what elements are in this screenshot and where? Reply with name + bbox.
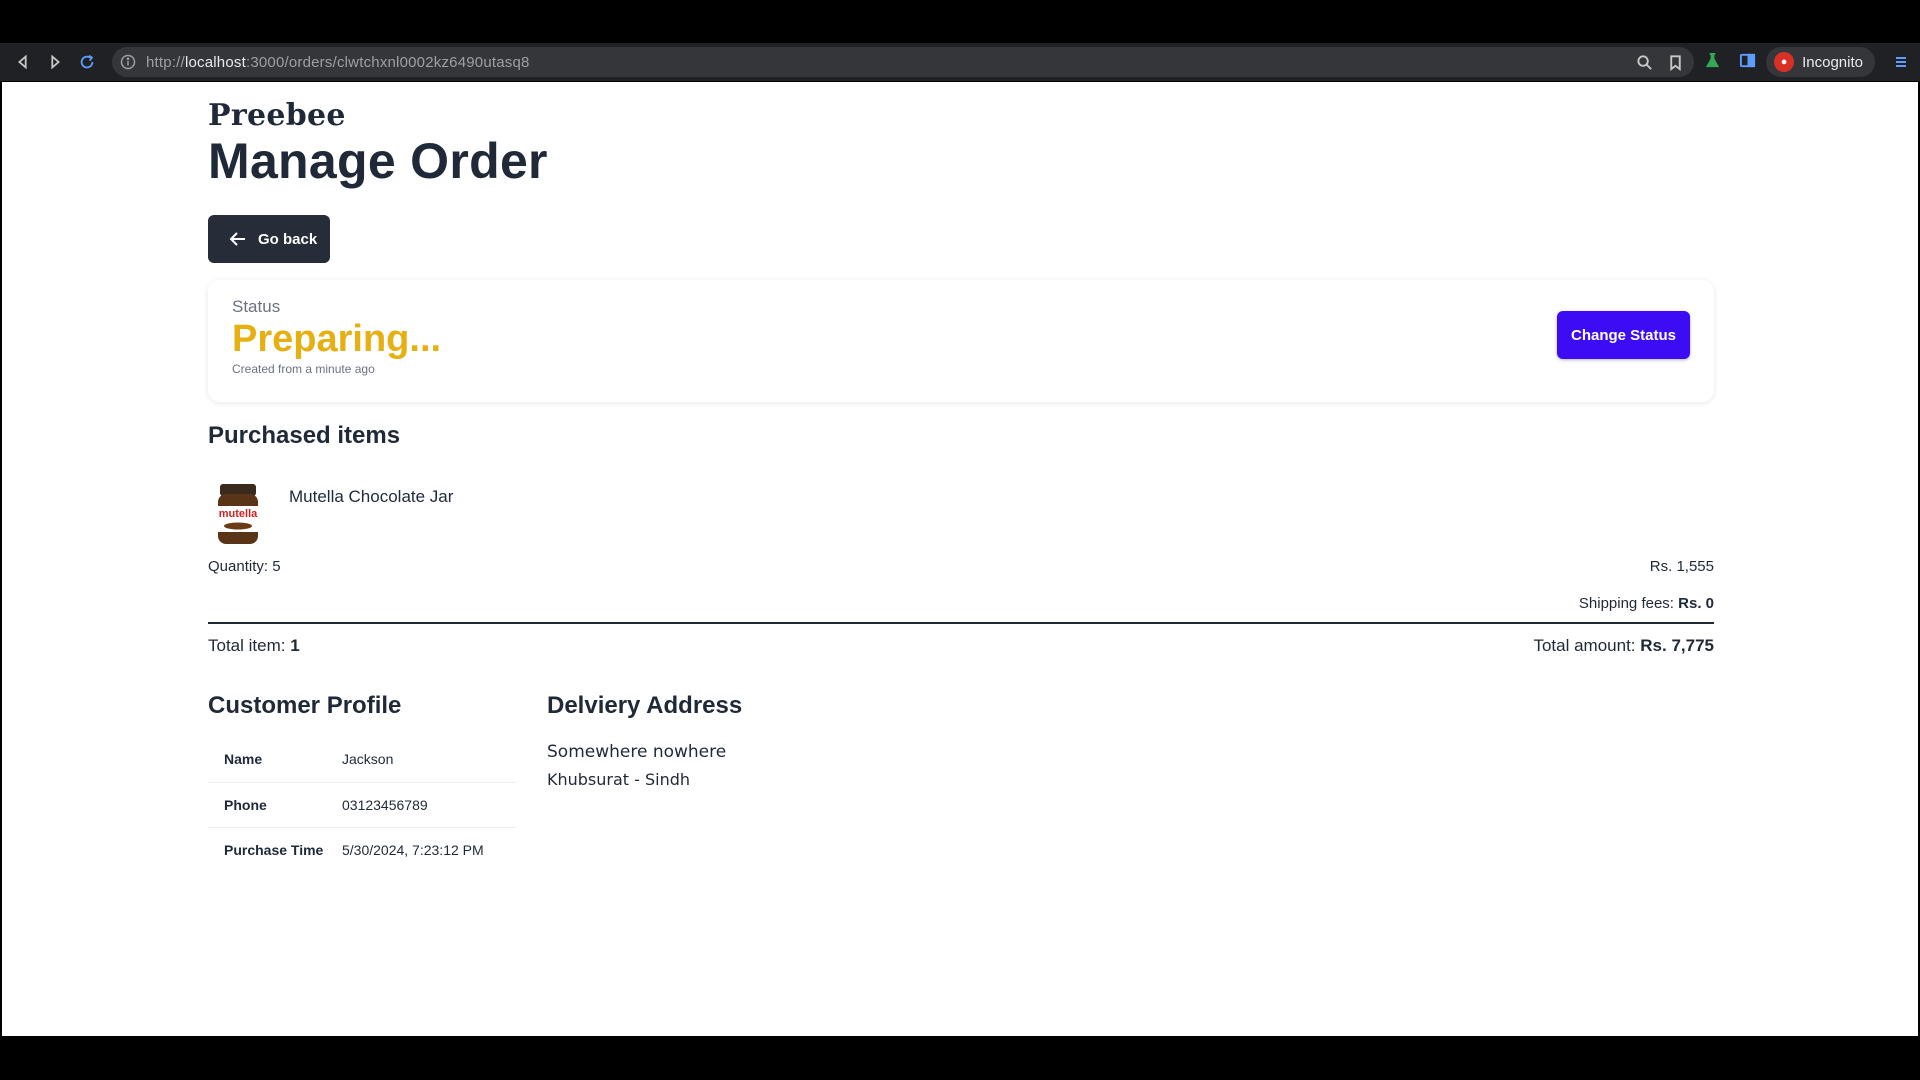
quantity-label: Quantity: <box>208 558 269 575</box>
address-line-2: Khubsurat - Sindh <box>547 770 691 789</box>
customer-profile-table: Name Jackson Phone 03123456789 Purchase … <box>208 737 516 872</box>
page-viewport: Preebee Manage Order Go back Status Prep… <box>2 82 1918 1036</box>
browser-toolbar: http://localhost:3000/orders/clwtchxnl00… <box>0 43 1920 81</box>
incognito-badge[interactable]: ● Incognito <box>1766 47 1875 77</box>
url-text[interactable]: http://localhost:3000/orders/clwtchxnl00… <box>146 54 530 71</box>
page-title: Manage Order <box>208 133 548 189</box>
divider <box>208 622 1714 624</box>
go-back-label: Go back <box>258 230 318 248</box>
flask-icon[interactable] <box>1704 52 1721 69</box>
purchase-time-key: Purchase Time <box>224 841 324 858</box>
status-created-time: Created from a minute ago <box>232 362 375 376</box>
total-item-label: Total item: <box>208 636 286 655</box>
status-label: Status <box>232 297 281 316</box>
delivery-address-heading: Delviery Address <box>547 692 743 719</box>
info-icon[interactable] <box>120 54 136 70</box>
purchased-items-heading: Purchased items <box>208 422 401 449</box>
arrow-right-icon <box>51 54 60 70</box>
item-price: Rs. 1,555 <box>1649 558 1714 575</box>
url-host: localhost <box>184 53 246 71</box>
name-value: Jackson <box>342 737 516 783</box>
phone-key: Phone <box>208 782 342 828</box>
quantity-value: 5 <box>272 558 281 575</box>
arrow-left-icon <box>18 54 27 70</box>
product-image: mutella <box>218 484 258 544</box>
total-item-value: 1 <box>290 636 300 655</box>
menu-icon[interactable] <box>1894 55 1908 69</box>
side-panel-icon[interactable] <box>1739 52 1756 69</box>
shipping-fees: Shipping fees: Rs. 0 <box>1579 595 1714 612</box>
reload-button[interactable] <box>71 46 103 78</box>
table-row: Name Jackson <box>208 737 516 783</box>
change-status-button[interactable]: Change Status <box>1557 311 1690 359</box>
item-name[interactable]: Mutella Chocolate Jar <box>289 487 453 507</box>
purchase-time-value: 5/30/2024, 7:23:12 PM <box>342 841 484 858</box>
url-scheme: http:// <box>146 53 185 71</box>
back-button[interactable] <box>7 46 39 78</box>
phone-value: 03123456789 <box>342 782 516 828</box>
customer-profile-heading: Customer Profile <box>208 692 402 719</box>
brand-logo[interactable]: Preebee <box>208 98 346 133</box>
magnifier-icon[interactable] <box>1636 54 1653 71</box>
forward-button[interactable] <box>39 46 71 78</box>
table-row: Phone 03123456789 <box>208 782 516 828</box>
status-value: Preparing... <box>232 318 442 360</box>
name-key: Name <box>208 737 342 783</box>
shipping-value: Rs. 0 <box>1678 595 1714 612</box>
total-items: Total item: 1 <box>208 636 300 656</box>
go-back-button[interactable]: Go back <box>208 215 330 263</box>
bookmark-icon[interactable] <box>1667 54 1684 71</box>
reload-icon <box>80 54 94 69</box>
item-quantity: Quantity: 5 <box>208 558 281 575</box>
incognito-icon: ● <box>1774 52 1795 72</box>
shipping-label: Shipping fees: <box>1578 595 1674 612</box>
total-amount-value: Rs. 7,775 <box>1640 636 1714 655</box>
arrow-left-icon <box>229 232 245 246</box>
total-amount-label: Total amount: <box>1533 636 1636 655</box>
total-amount: Total amount: Rs. 7,775 <box>1533 636 1714 656</box>
status-card: Status Preparing... Created from a minut… <box>208 280 1714 402</box>
url-path: :3000/orders/clwtchxnl0002kz6490utasq8 <box>245 53 530 71</box>
table-row: Purchase Time 5/30/2024, 7:23:12 PM <box>208 827 516 872</box>
address-line-1: Somewhere nowhere <box>547 742 727 762</box>
incognito-label: Incognito <box>1802 53 1863 71</box>
address-bar[interactable]: http://localhost:3000/orders/clwtchxnl00… <box>112 47 1694 77</box>
jar-brand-text: mutella <box>219 508 258 520</box>
